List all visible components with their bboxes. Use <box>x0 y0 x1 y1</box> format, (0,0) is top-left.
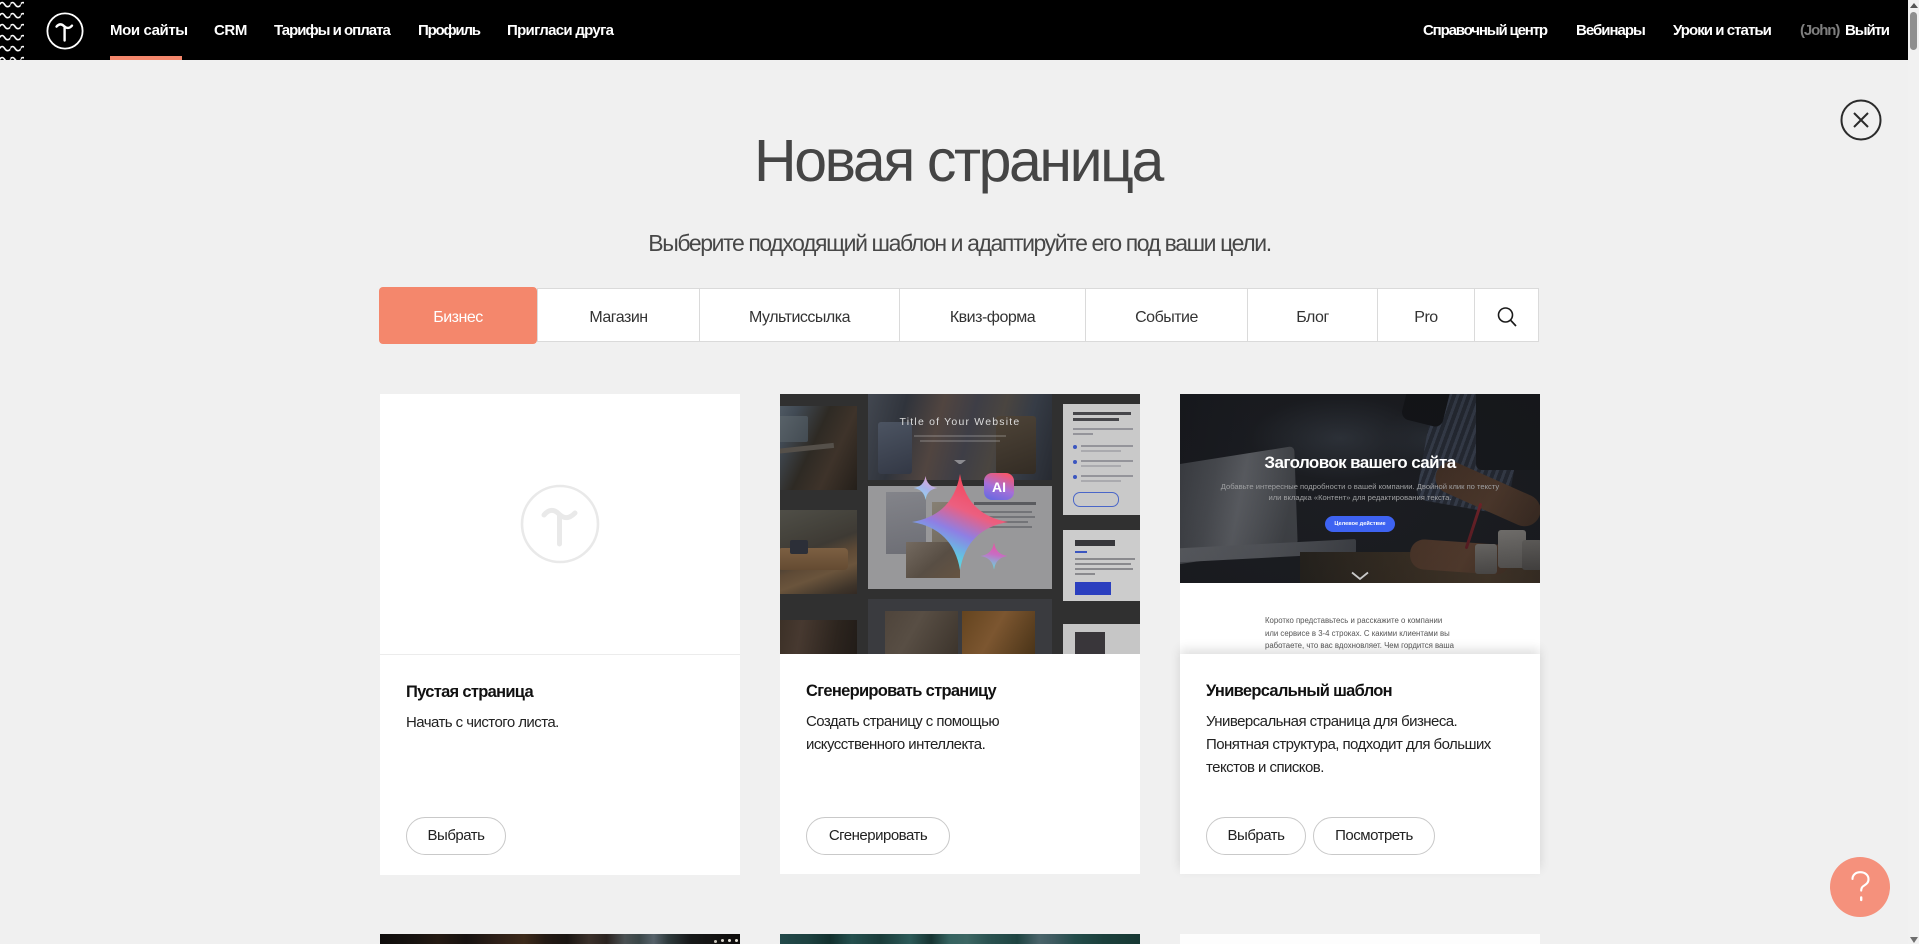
svg-text:AI: AI <box>992 479 1006 495</box>
